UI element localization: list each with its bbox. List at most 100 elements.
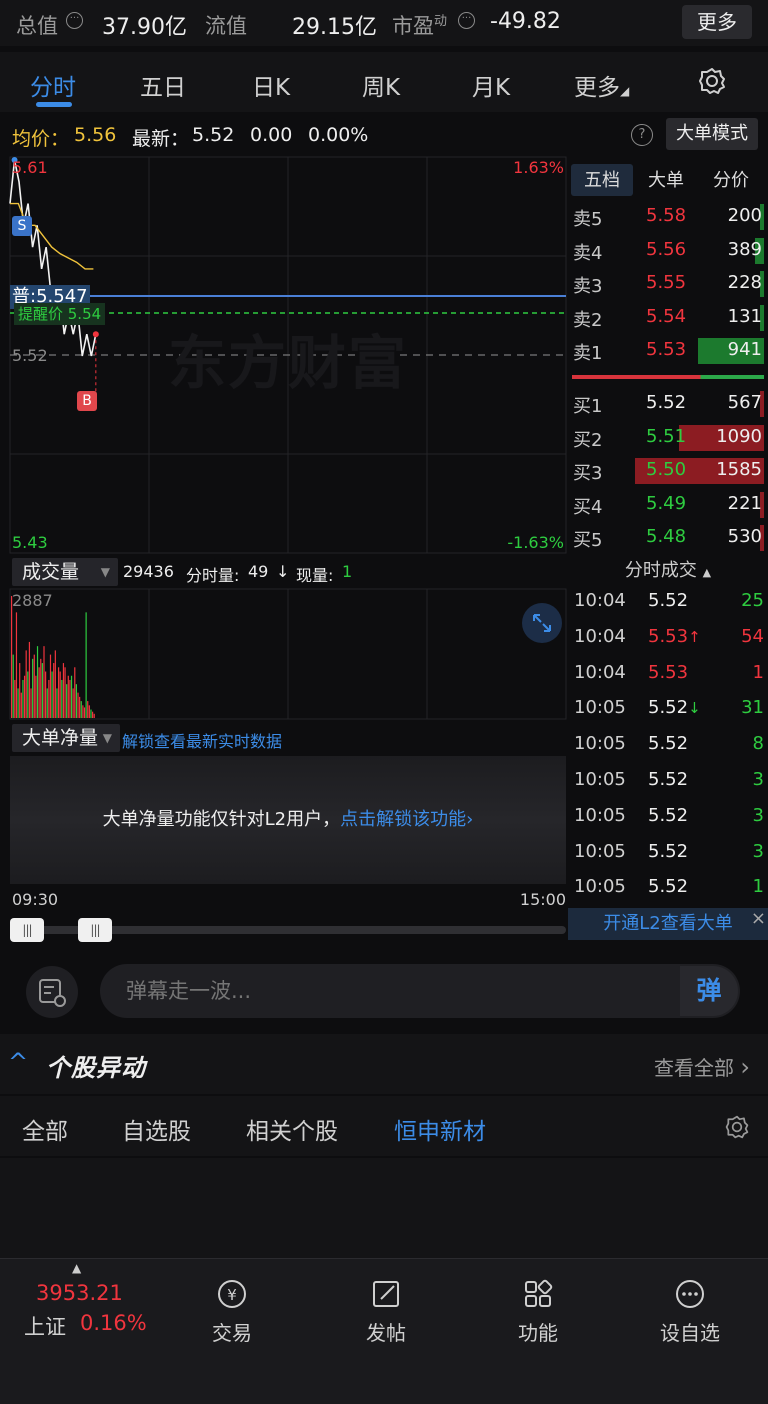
level-price: 5.49 <box>646 492 687 514</box>
buy-level-row[interactable]: 买5 5.48 530 <box>568 521 768 554</box>
grid-icon <box>525 1279 553 1307</box>
chart-low-pct: -1.63% <box>507 533 564 552</box>
features-button[interactable]: 功能 <box>488 1277 588 1346</box>
avg-price-line <box>10 202 94 270</box>
tab-week-k[interactable]: 周K <box>362 68 400 102</box>
view-all-link[interactable]: 查看全部 › <box>654 1052 750 1081</box>
buy-level-row[interactable]: 买3 5.50 1585 <box>568 454 768 487</box>
more-button[interactable]: 更多 <box>682 5 752 39</box>
volume-total: 29436 <box>123 562 174 581</box>
volume-bar <box>69 679 71 718</box>
big-net-select[interactable]: 大单净量 ▼ <box>12 724 120 752</box>
big-net-locked-panel: 大单净量功能仅针对L2用户，点击解锁该功能› <box>10 756 566 884</box>
filter-tab-watchlist[interactable]: 自选股 <box>122 1112 191 1146</box>
tab-five-levels[interactable]: 五档 <box>584 166 620 192</box>
expand-icon[interactable] <box>522 603 562 643</box>
volume-bar <box>93 713 95 718</box>
volume-bar <box>41 663 43 718</box>
tick-volume: 31 <box>741 697 764 719</box>
buy-level-row[interactable]: 买1 5.52 567 <box>568 387 768 420</box>
volume-chart[interactable]: 2887 <box>0 588 568 722</box>
volume-bar <box>62 663 65 718</box>
volume-bar <box>43 646 45 718</box>
total-value: 37.90亿 <box>102 15 187 40</box>
tab-month-k[interactable]: 月K <box>472 68 510 102</box>
filter-tab-current-stock[interactable]: 恒申新材 <box>394 1112 486 1146</box>
level-price: 5.52 <box>646 392 687 413</box>
anomaly-list-empty <box>0 1158 768 1258</box>
help-icon[interactable]: ? <box>631 124 653 146</box>
volume-bar <box>14 679 16 718</box>
close-icon[interactable]: × <box>751 908 766 930</box>
info-icon[interactable]: ··· <box>458 12 475 29</box>
tab-intraday[interactable]: 分时 <box>30 68 76 102</box>
tab-day-k[interactable]: 日K <box>252 68 290 102</box>
danmaku-send-button[interactable]: 弹 <box>680 966 738 1016</box>
level-label: 卖4 <box>573 242 603 264</box>
level-price: 5.53 <box>646 339 687 360</box>
slider-handle-left[interactable]: ||| <box>10 918 44 942</box>
sell-level-row[interactable]: 卖2 5.54 131 <box>568 301 768 334</box>
order-book-panel: 五档 大单 分价 卖5 5.58 200 卖4 5.56 389 卖3 5.55 228 卖2 5.… <box>568 156 768 946</box>
chart-prev-close: 5.52 <box>12 346 48 365</box>
tab-five-day[interactable]: 五日 <box>140 68 186 102</box>
open-l2-button[interactable]: 开通L2查看大单 × <box>568 908 768 940</box>
index-ticker[interactable]: ▲ 3953.21 上证 0.16% <box>18 1259 168 1349</box>
sell-level-row[interactable]: 卖4 5.56 389 <box>568 234 768 267</box>
collapse-chevron-icon[interactable]: ^ <box>8 1048 28 1076</box>
danmaku-settings-icon[interactable] <box>26 966 78 1018</box>
filter-tab-all[interactable]: 全部 <box>22 1112 68 1146</box>
level-price: 5.56 <box>646 238 687 260</box>
buy-level-row[interactable]: 买4 5.49 221 <box>568 488 768 521</box>
slider-handle-right[interactable]: ||| <box>78 918 112 942</box>
post-button[interactable]: 发帖 <box>336 1277 436 1346</box>
tick-trades-header[interactable]: 分时成交 ▲ <box>568 556 768 581</box>
volume-bar <box>51 671 53 718</box>
gear-icon[interactable] <box>697 66 727 96</box>
filter-tab-related[interactable]: 相关个股 <box>246 1112 338 1146</box>
tick-volume: 3 <box>752 769 764 790</box>
sell-level-row[interactable]: 卖5 5.58 200 <box>568 200 768 233</box>
buy-level-row[interactable]: 买2 5.51 1090 <box>568 421 768 454</box>
volume-bar <box>27 671 29 718</box>
volume-indicator-select[interactable]: 成交量 ▼ <box>12 558 118 586</box>
alert-price-tag[interactable]: 提醒价 5.54 <box>14 303 106 325</box>
tick-volume: 8 <box>752 733 764 755</box>
tick-time: 10:05 <box>574 697 626 719</box>
tab-more[interactable]: 更多◢ <box>574 68 629 102</box>
danmaku-input[interactable] <box>100 964 740 1018</box>
intraday-price-chart[interactable]: 东方财富 5.61 1.63% 5.43 -1.63% 5.52 普:5.547… <box>0 156 568 556</box>
tick-volume-label: 分时量: <box>186 566 240 585</box>
level-label: 买5 <box>573 530 603 551</box>
gear-icon[interactable] <box>724 1114 750 1140</box>
sell-level-row[interactable]: 卖3 5.55 228 <box>568 267 768 300</box>
danmaku-bar: 弹 <box>0 948 768 1032</box>
volume-bar <box>56 688 58 718</box>
level-volume: 200 <box>727 205 762 226</box>
index-value: 3953.21 <box>36 1281 123 1305</box>
info-icon[interactable]: ··· <box>66 12 83 29</box>
level-price: 5.50 <box>646 459 687 480</box>
add-watchlist-button[interactable]: 设自选 <box>640 1277 740 1346</box>
tab-big-orders[interactable]: 大单 <box>648 166 684 192</box>
volume-bar <box>32 658 34 718</box>
level-price: 5.51 <box>646 425 687 447</box>
level-label: 买3 <box>573 463 603 484</box>
level-volume: 941 <box>727 339 762 360</box>
level-price: 5.54 <box>646 305 687 327</box>
trade-button[interactable]: ¥ 交易 <box>182 1277 282 1346</box>
sell-level-row[interactable]: 卖1 5.53 941 <box>568 334 768 367</box>
level-label: 卖1 <box>573 343 603 364</box>
level-volume: 1585 <box>716 459 762 480</box>
level-volume: 530 <box>727 526 762 547</box>
price-change-pct: 0.00% <box>308 124 369 146</box>
volume-bar <box>66 684 68 718</box>
tab-price-distribution[interactable]: 分价 <box>713 166 749 192</box>
big-order-mode-button[interactable]: 大单模式 <box>666 118 758 150</box>
volume-bar <box>49 654 52 718</box>
anomaly-title: 个股异动 <box>46 1054 146 1082</box>
unlock-feature-link[interactable]: 点击解锁该功能 <box>340 809 466 830</box>
tick-volume: 1 <box>752 661 764 683</box>
time-range-slider[interactable]: ||| ||| <box>10 918 566 942</box>
unlock-realtime-link[interactable]: 解锁查看最新实时数据 <box>122 728 282 752</box>
